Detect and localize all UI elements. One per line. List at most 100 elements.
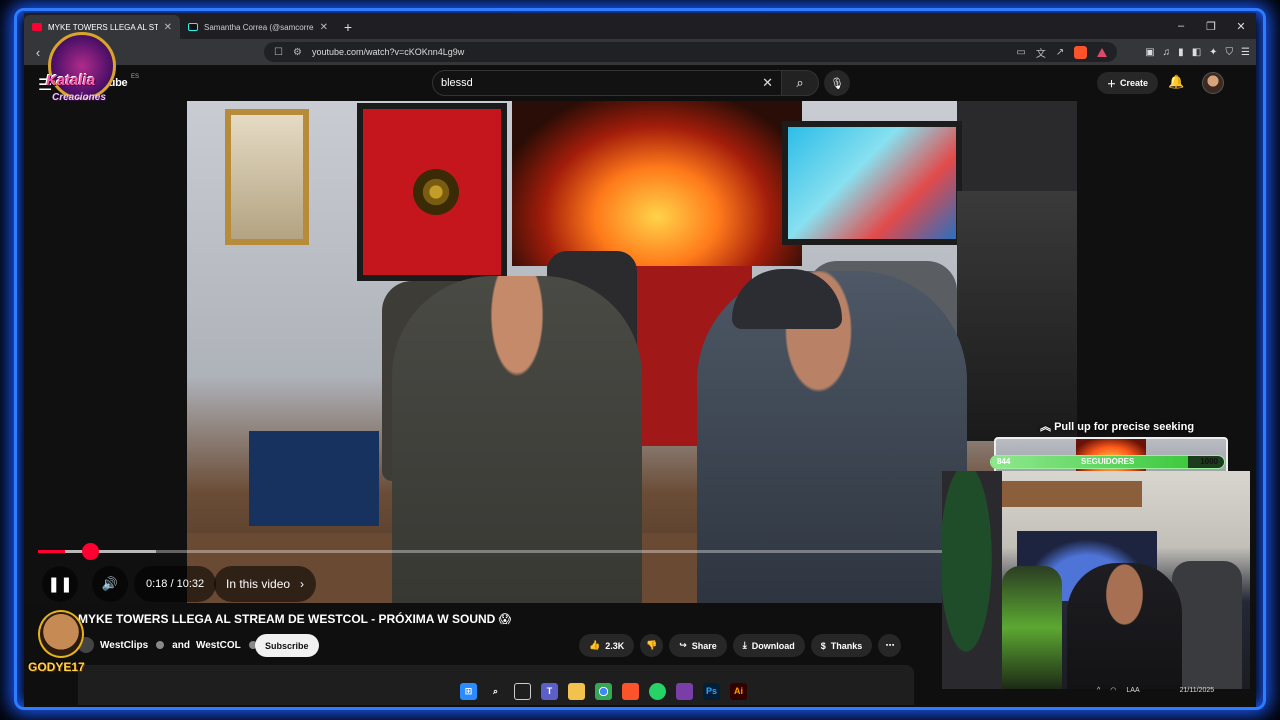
url-text[interactable]: youtube.com/watch?v=cKOKnn4Lg9w xyxy=(312,47,1006,57)
taskview-icon[interactable] xyxy=(514,682,531,700)
search-input[interactable]: blessd ✕ xyxy=(432,70,782,96)
translate-icon[interactable]: 文 xyxy=(1036,45,1046,60)
country-code: ES xyxy=(131,74,140,80)
winrar-icon[interactable] xyxy=(676,682,693,700)
action-buttons: 👍 2.3K 👎 ↪ Share ⤓ Download $ Thanks ⋯ xyxy=(579,634,902,657)
green-gaming-chair xyxy=(1002,566,1062,689)
streamer-name: GODYE17 xyxy=(28,660,85,674)
brave-rewards-icon[interactable] xyxy=(1097,47,1108,57)
scrubber-handle[interactable] xyxy=(82,543,99,560)
pause-icon: ❚❚ xyxy=(47,576,73,593)
verified-icon xyxy=(156,641,165,649)
vpn-icon[interactable]: ⛉ xyxy=(1226,47,1234,58)
grey-gaming-chair xyxy=(1172,561,1242,689)
channel-name-1[interactable]: WestClips xyxy=(100,640,148,651)
channel-name-2[interactable]: WestCOL xyxy=(196,640,241,651)
teams-icon[interactable]: T xyxy=(541,682,558,700)
minimize-button[interactable]: – xyxy=(1166,13,1196,39)
mic-icon: 🎙 xyxy=(830,77,844,90)
streamer-logo: GODYE17 xyxy=(26,604,98,682)
christmas-tree xyxy=(942,471,1002,689)
wifi-icon[interactable]: ◠ xyxy=(1110,686,1116,694)
wall-portrait xyxy=(225,109,309,245)
search-icon: ⌕ xyxy=(796,75,804,90)
brave-shield-icon[interactable] xyxy=(1074,45,1088,59)
followers-label: SEGUIDORES xyxy=(1081,457,1135,466)
leo-icon[interactable]: ✦ xyxy=(1209,47,1217,58)
photoshop-icon[interactable]: Ps xyxy=(703,682,720,700)
extensions-icon[interactable]: ◧ xyxy=(1192,47,1201,58)
search-icon[interactable]: ⌕ xyxy=(487,683,504,700)
played-bar xyxy=(38,550,65,553)
system-tray: ^ ◠ LAA 21/11/2025 xyxy=(1097,686,1215,695)
illustrator-icon[interactable]: Ai xyxy=(730,682,747,700)
url-box[interactable]: ☐ ⚙ youtube.com/watch?v=cKOKnn4Lg9w ▭ 文 … xyxy=(264,42,1118,62)
thumbs-down-icon: 👎 xyxy=(646,640,658,650)
more-actions-button[interactable]: ⋯ xyxy=(878,634,902,657)
pause-button[interactable]: ❚❚ xyxy=(42,566,78,602)
account-avatar[interactable] xyxy=(1202,72,1224,94)
download-button[interactable]: ⤓ Download xyxy=(732,634,805,657)
cartoon-painting xyxy=(782,121,962,245)
youtube-header: ☰ YouTube ES blessd ✕ ⌕ 🎙 ＋ Create 🔔 xyxy=(24,65,1256,101)
desktop-background: MYKE TOWERS LLEGA AL STR ✕ Samantha Corr… xyxy=(0,0,1280,720)
tray-date[interactable]: 21/11/2025 xyxy=(1180,687,1215,694)
clear-search-icon[interactable]: ✕ xyxy=(762,75,773,91)
video-title: MYKE TOWERS LLEGA AL STREAM DE WESTCOL -… xyxy=(78,612,512,626)
extensions-bar: ▣ ♫ ▮ ◧ ✦ ⛉ ☰ xyxy=(1145,47,1250,58)
person-left xyxy=(392,276,642,603)
share-page-icon[interactable]: ↗ xyxy=(1056,47,1064,58)
search-button[interactable]: ⌕ xyxy=(781,70,819,96)
close-tab-icon[interactable]: ✕ xyxy=(164,22,172,33)
voice-search-button[interactable]: 🎙 xyxy=(824,70,850,96)
channel-joiner: and xyxy=(172,639,190,651)
close-tab-icon[interactable]: ✕ xyxy=(320,22,328,33)
brave-icon[interactable] xyxy=(622,682,639,700)
tray-lang[interactable]: LAA xyxy=(1126,687,1139,694)
bookmark-icon[interactable]: ☐ xyxy=(274,47,283,58)
disco-de-oro-frame xyxy=(357,103,507,281)
create-button[interactable]: ＋ Create xyxy=(1097,72,1159,94)
share-button[interactable]: ↪ Share xyxy=(669,634,727,657)
search-value[interactable]: blessd xyxy=(441,77,762,89)
logo-circle xyxy=(48,32,116,100)
menu-icon[interactable]: ☰ xyxy=(1241,47,1250,58)
volume-button[interactable]: 🔊 xyxy=(92,566,128,602)
windows-icon[interactable]: ⊞ xyxy=(460,682,477,700)
file-explorer-icon[interactable] xyxy=(568,682,585,700)
sidebar-icon[interactable]: ▮ xyxy=(1178,47,1184,58)
chrome-icon[interactable] xyxy=(595,682,612,700)
maximize-button[interactable]: ❐ xyxy=(1196,13,1226,39)
tab-tiktok[interactable]: Samantha Correa (@samcorreat) ofic ✕ xyxy=(180,15,336,39)
streamer xyxy=(1067,563,1182,689)
window-controls: – ❐ ✕ xyxy=(1166,13,1256,39)
thanks-button[interactable]: $ Thanks xyxy=(810,634,873,657)
followers-goal-bar: 844 SEGUIDORES 1000 xyxy=(990,455,1225,469)
webcam-overlay xyxy=(942,471,1250,689)
volume-icon: 🔊 xyxy=(101,576,119,591)
cast-icon[interactable]: ▭ xyxy=(1016,47,1025,58)
logo-line-2: Creaciones xyxy=(52,92,106,103)
notifications-bell-icon[interactable]: 🔔 xyxy=(1168,74,1184,90)
fireplace-screen xyxy=(512,101,802,266)
tray-chevron-icon[interactable]: ^ xyxy=(1097,687,1100,694)
tiktok-icon xyxy=(188,23,198,31)
wallet-icon[interactable]: ▣ xyxy=(1145,47,1154,58)
new-tab-button[interactable]: + xyxy=(336,15,360,39)
like-button[interactable]: 👍 2.3K xyxy=(579,634,635,657)
chapters-button[interactable]: In this video › xyxy=(214,566,317,602)
whatsapp-icon[interactable] xyxy=(649,682,666,700)
chapters-label: In this video xyxy=(226,577,291,591)
subscribe-button[interactable]: Subscribe xyxy=(255,634,319,657)
taskbar: ⊞ ⌕ T Ps Ai xyxy=(460,678,747,704)
time-display: 0:18 / 10:32 xyxy=(134,566,217,602)
figure-shelf xyxy=(1002,481,1142,507)
close-window-button[interactable]: ✕ xyxy=(1226,13,1256,39)
dislike-button[interactable]: 👎 xyxy=(640,634,664,657)
lego-box xyxy=(249,431,379,526)
time-text: 0:18 / 10:32 xyxy=(146,578,205,590)
download-label: Download xyxy=(751,640,795,651)
progress-bar[interactable] xyxy=(38,543,948,560)
music-icon[interactable]: ♫ xyxy=(1163,47,1171,58)
site-settings-icon[interactable]: ⚙ xyxy=(293,47,302,58)
